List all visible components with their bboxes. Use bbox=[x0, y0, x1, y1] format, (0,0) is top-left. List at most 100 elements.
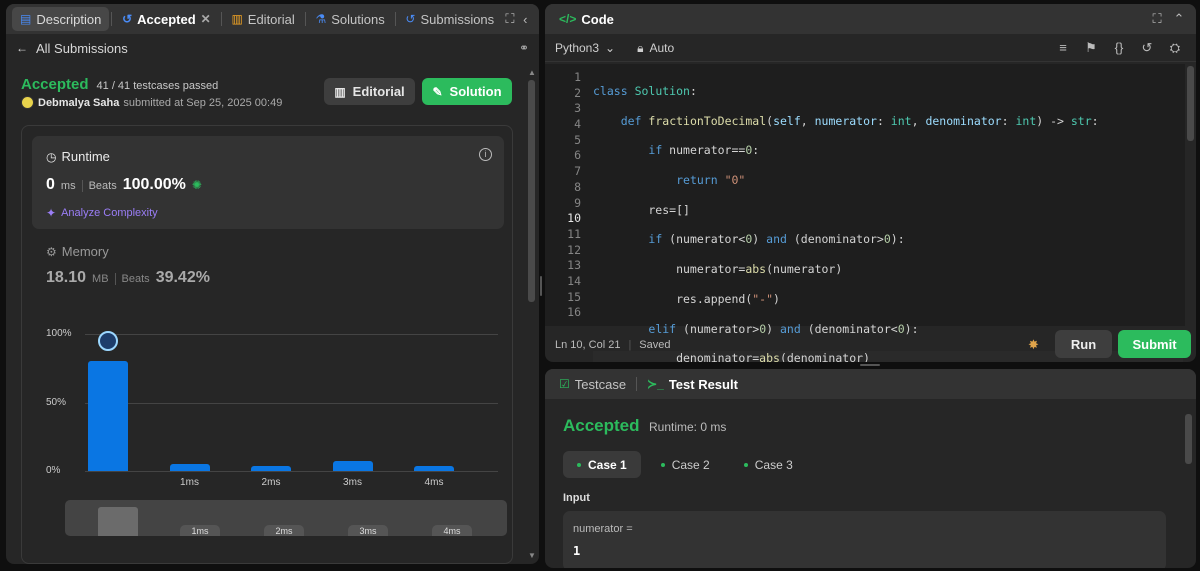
editor-status-bar: Ln 10, Col 21 | Saved bbox=[555, 339, 671, 351]
test-scrollbar[interactable] bbox=[1185, 414, 1192, 464]
language-select[interactable]: Python3 bbox=[555, 41, 599, 55]
chevron-down-icon[interactable]: ⌄ bbox=[605, 42, 615, 54]
case-tab-1[interactable]: Case 1 bbox=[563, 451, 641, 478]
solution-button[interactable]: ✎ Solution bbox=[422, 78, 512, 105]
maximize-icon[interactable]: ⛶ bbox=[1146, 11, 1168, 27]
history-icon: ↺ bbox=[122, 12, 133, 26]
memory-card[interactable]: ⚙ Memory 18.10 MB Beats 39.42% bbox=[46, 244, 210, 287]
runtime-value: 0 bbox=[46, 176, 55, 193]
x-tick-label: 3ms bbox=[343, 477, 362, 488]
x-tick-label: 1ms bbox=[180, 477, 199, 488]
tab-editorial[interactable]: ▥ Editorial bbox=[223, 7, 302, 31]
line-number: 8 bbox=[574, 179, 581, 194]
case-tab-2[interactable]: Case 2 bbox=[647, 451, 724, 478]
debug-icon[interactable]: ✸ bbox=[1028, 337, 1039, 353]
stats-panel: ◷ Runtime i 0 ms Beats 100.00% ✺ ✦ Analy… bbox=[21, 125, 513, 564]
case-tab-3[interactable]: Case 3 bbox=[730, 451, 807, 478]
bookmark-icon[interactable]: ⚑ bbox=[1080, 40, 1102, 56]
y-tick-label: 100% bbox=[46, 328, 72, 339]
tab-description[interactable]: ▤ Description bbox=[12, 7, 110, 31]
tab-description-label: Description bbox=[36, 11, 102, 27]
scroll-down-icon[interactable]: ▼ bbox=[528, 551, 536, 560]
username[interactable]: Debmalya Saha bbox=[38, 97, 119, 109]
run-button[interactable]: Run bbox=[1055, 330, 1112, 358]
code-icon: </> bbox=[559, 12, 577, 26]
tab-separator bbox=[220, 12, 222, 26]
memory-value: 18.10 bbox=[46, 269, 87, 286]
result-status: Accepted bbox=[563, 416, 640, 435]
close-icon[interactable]: ✕ bbox=[201, 13, 211, 25]
runtime-card[interactable]: ◷ Runtime i 0 ms Beats 100.00% ✺ ✦ Analy… bbox=[32, 136, 504, 229]
history-icon: ↺ bbox=[405, 12, 416, 26]
pass-dot bbox=[660, 462, 665, 467]
chart-bar[interactable] bbox=[332, 461, 373, 471]
line-number: 6 bbox=[574, 148, 581, 163]
chart-range-selector[interactable]: 1ms 2ms 3ms 4ms bbox=[65, 500, 507, 536]
memory-unit: MB bbox=[92, 273, 109, 285]
gridline bbox=[85, 471, 498, 472]
link-icon[interactable]: ⚭ bbox=[519, 42, 529, 54]
format-icon[interactable]: ≡ bbox=[1052, 40, 1074, 55]
pass-dot bbox=[743, 462, 748, 467]
user-avatar-marker[interactable] bbox=[98, 331, 118, 352]
collapse-icon[interactable]: ⌃ bbox=[1168, 11, 1190, 27]
clap-icon: ✺ bbox=[191, 178, 202, 192]
chart-bar[interactable] bbox=[251, 465, 291, 471]
chart-bar[interactable] bbox=[88, 361, 128, 471]
runtime-label: Runtime bbox=[61, 149, 110, 164]
code-scrollbar[interactable] bbox=[1187, 66, 1194, 141]
line-number: 16 bbox=[567, 305, 581, 320]
vertical-resize-handle[interactable] bbox=[540, 276, 542, 296]
input-heading: Input bbox=[563, 492, 590, 504]
chart-bar[interactable] bbox=[414, 465, 454, 471]
code-editor[interactable]: 1 2 3 4 5 6 7 8 9 10 11 12 13 14 15 16 class Solution: … bbox=[545, 64, 1185, 362]
chart-bar[interactable] bbox=[169, 464, 210, 471]
analyze-complexity-link[interactable]: ✦ Analyze Complexity bbox=[46, 207, 158, 219]
tab-accepted[interactable]: ↺ Accepted ✕ bbox=[114, 7, 219, 31]
memory-beats-value: 39.42% bbox=[155, 269, 210, 286]
tab-accepted-label: Accepted bbox=[137, 11, 196, 27]
test-tabbar: ☑ Testcase ≻_ Test Result bbox=[545, 369, 1196, 399]
line-number: 9 bbox=[574, 195, 581, 210]
line-number: 12 bbox=[567, 242, 581, 257]
tab-test-result[interactable]: ≻_ Test Result bbox=[639, 372, 746, 396]
all-submissions-link[interactable]: All Submissions bbox=[36, 41, 128, 56]
tab-test-result-label: Test Result bbox=[668, 376, 738, 392]
terminal-icon: ≻_ bbox=[647, 377, 664, 391]
info-icon[interactable]: i bbox=[479, 148, 492, 161]
avatar[interactable] bbox=[21, 96, 34, 109]
solution-button-label: Solution bbox=[449, 84, 502, 99]
left-scrollbar[interactable] bbox=[528, 80, 535, 302]
gridline bbox=[85, 402, 498, 404]
runtime-beats-value: 100.00% bbox=[122, 176, 186, 193]
submit-button[interactable]: Submit bbox=[1118, 330, 1191, 358]
runtime-distribution-chart[interactable]: 100% 50% 0% 1ms 2ms 3ms 4ms 1ms 2ms 3ms 4ms bbox=[22, 326, 512, 564]
status-row: Accepted 41 / 41 testcases passed bbox=[21, 76, 218, 93]
input-box: numerator = 1 bbox=[563, 511, 1166, 568]
range-selector-handle[interactable] bbox=[98, 507, 138, 536]
line-number: 10 bbox=[567, 211, 581, 226]
code-lines[interactable]: class Solution: def fractionToDecimal(se… bbox=[593, 70, 1183, 362]
tab-submissions[interactable]: ↺ Submissions bbox=[397, 7, 502, 31]
reset-icon[interactable]: ↺ bbox=[1136, 40, 1158, 56]
code-line: if (numerator<0) and (denominator>0): bbox=[648, 232, 905, 247]
line-number: 7 bbox=[574, 164, 581, 179]
horizontal-resize-handle[interactable] bbox=[860, 364, 880, 366]
collapse-icon[interactable]: ‹ bbox=[518, 12, 533, 27]
braces-icon[interactable]: {} bbox=[1108, 40, 1130, 55]
scroll-up-icon[interactable]: ▲ bbox=[528, 68, 536, 77]
breadcrumb: ← All Submissions ⚭ bbox=[6, 34, 539, 62]
maximize-icon[interactable]: ⛶ bbox=[502, 11, 517, 27]
tab-code[interactable]: </> Code bbox=[551, 7, 622, 31]
editorial-button[interactable]: ▥ Editorial bbox=[324, 78, 415, 105]
arrow-left-icon[interactable]: ← bbox=[16, 42, 28, 54]
mini-tick-label: 3ms bbox=[348, 525, 388, 536]
line-number: 15 bbox=[567, 289, 581, 304]
checkbox-icon: ☑ bbox=[559, 377, 570, 391]
line-number-gutter: 1 2 3 4 5 6 7 8 9 10 11 12 13 14 15 16 bbox=[545, 70, 581, 321]
tab-solutions[interactable]: ⚗ Solutions bbox=[307, 7, 392, 31]
mode-label[interactable]: Auto bbox=[650, 41, 675, 55]
test-result-pane: ☑ Testcase ≻_ Test Result Accepted Runti… bbox=[545, 369, 1196, 568]
tab-testcase[interactable]: ☑ Testcase bbox=[551, 372, 634, 396]
settings-icon[interactable]: ⛭ bbox=[1164, 40, 1186, 56]
